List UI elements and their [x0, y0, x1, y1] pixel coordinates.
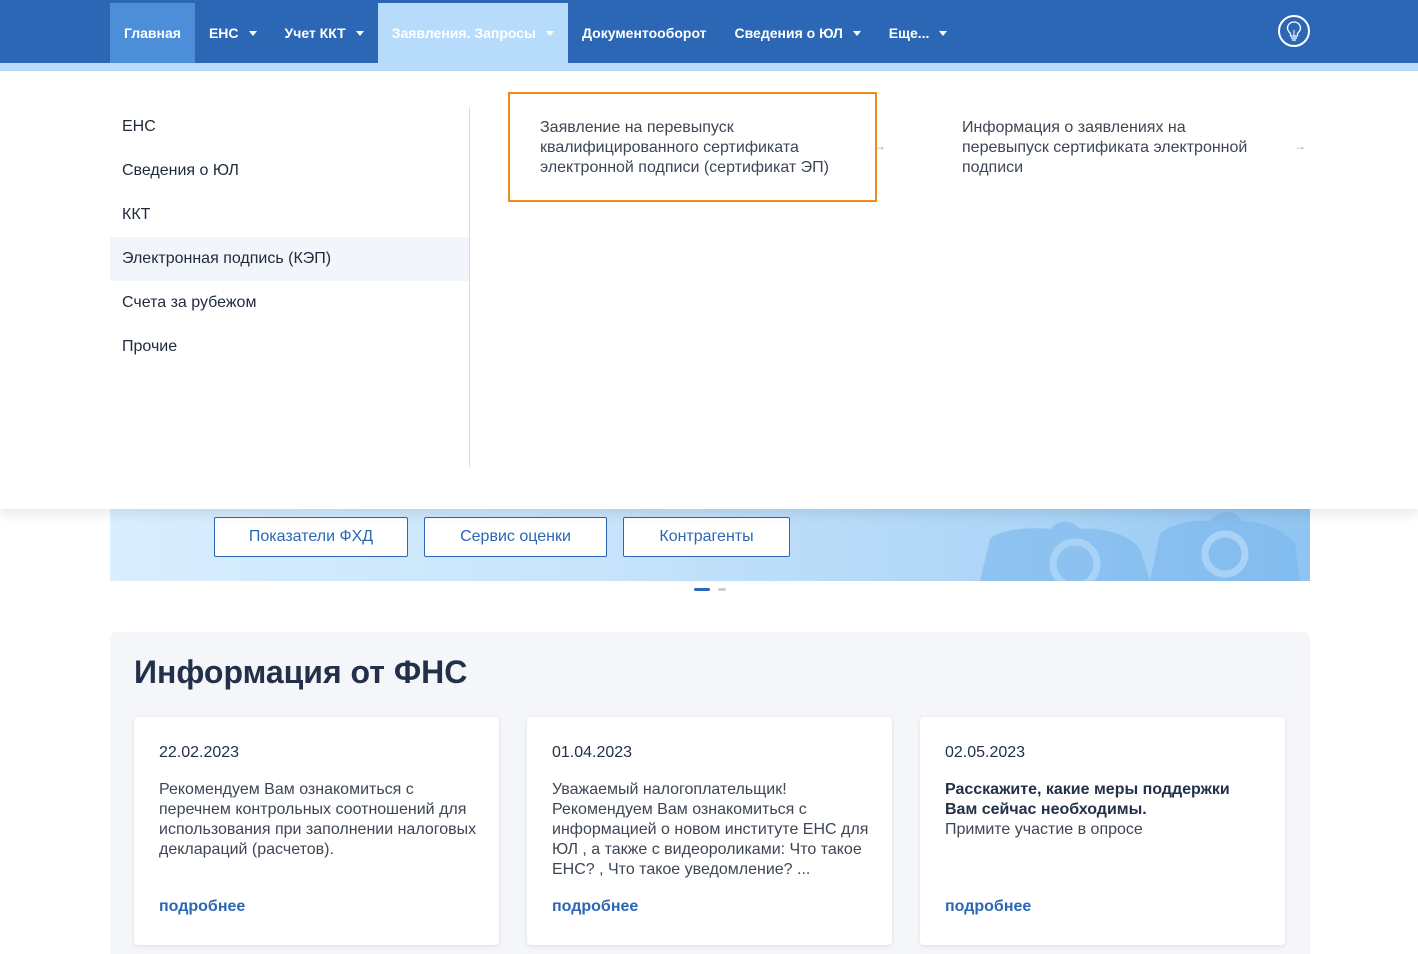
category-legal-entity[interactable]: Сведения о ЮЛ	[110, 149, 469, 193]
card-date: 01.04.2023	[552, 744, 633, 761]
banner-illustration	[980, 512, 1300, 581]
menu-divider	[469, 107, 470, 467]
requests-dropdown-menu: ЕНС Сведения о ЮЛ ККТ Электронная подпис…	[0, 71, 1418, 509]
top-navbar: Главная ЕНС Учет ККТ Заявления. Запросы …	[0, 0, 1418, 63]
category-e-signature[interactable]: Электронная подпись (КЭП)	[110, 237, 469, 281]
card-text: Рекомендуем Вам ознакомиться с перечнем …	[159, 781, 477, 858]
nav-legal-entity-label: Сведения о ЮЛ	[734, 25, 843, 41]
nav-legal-entity[interactable]: Сведения о ЮЛ	[721, 3, 875, 63]
nav-home-label: Главная	[124, 25, 181, 41]
promo-banner: Показатели ФХД Сервис оценки Контрагенты	[110, 509, 1310, 581]
fhd-indicators-button[interactable]: Показатели ФХД	[214, 517, 408, 557]
nav-home[interactable]: Главная	[110, 3, 195, 63]
nav-more-label: Еще...	[888, 25, 930, 41]
nav-ens-label: ЕНС	[208, 25, 239, 41]
navbar-underline	[0, 63, 1418, 71]
card-text: Уважаемый налогоплательщик! Рекомендуем …	[552, 781, 869, 878]
link-reissue-info[interactable]: Информация о заявлениях на перевыпуск се…	[962, 118, 1272, 178]
card-date: 02.05.2023	[945, 744, 1026, 761]
news-card: 22.02.2023 Рекомендуем Вам ознакомиться …	[134, 717, 499, 945]
nav-more[interactable]: Еще...	[875, 3, 962, 63]
more-link[interactable]: подробнее	[159, 898, 245, 916]
main-nav: Главная ЕНС Учет ККТ Заявления. Запросы …	[110, 3, 961, 63]
nav-kkt[interactable]: Учет ККТ	[271, 3, 378, 63]
news-card: 01.04.2023 Уважаемый налогоплательщик! Р…	[527, 717, 892, 945]
category-foreign-accounts[interactable]: Счета за рубежом	[110, 281, 469, 325]
arrow-right-icon: →	[874, 139, 886, 153]
caret-down-icon	[546, 30, 555, 36]
carousel-dots	[694, 588, 726, 591]
more-link[interactable]: подробнее	[945, 898, 1031, 916]
category-ens[interactable]: ЕНС	[110, 105, 469, 149]
more-link[interactable]: подробнее	[552, 898, 638, 916]
fns-info-section: Информация от ФНС 22.02.2023 Рекомендуем…	[110, 632, 1310, 954]
counterparties-button[interactable]: Контрагенты	[623, 517, 790, 557]
carousel-dot[interactable]	[718, 588, 726, 591]
nav-requests[interactable]: Заявления. Запросы	[377, 3, 569, 63]
nav-docflow-label: Документооборот	[582, 25, 707, 41]
lightbulb-icon[interactable]	[1278, 15, 1310, 47]
nav-docflow[interactable]: Документооборот	[568, 3, 721, 63]
arrow-right-icon: →	[1294, 139, 1306, 153]
caret-down-icon	[852, 30, 861, 36]
nav-ens[interactable]: ЕНС	[195, 3, 271, 63]
nav-requests-label: Заявления. Запросы	[391, 25, 537, 41]
caret-down-icon	[939, 30, 948, 36]
category-list: ЕНС Сведения о ЮЛ ККТ Электронная подпис…	[110, 105, 469, 369]
category-kkt[interactable]: ККТ	[110, 193, 469, 237]
card-subtext: Примите участие в опросе	[945, 821, 1143, 838]
nav-kkt-label: Учет ККТ	[284, 25, 346, 41]
section-title: Информация от ФНС	[134, 654, 468, 690]
rating-service-button[interactable]: Сервис оценки	[424, 517, 607, 557]
card-bold-text: Расскажите, какие меры поддержки Вам сей…	[945, 781, 1230, 818]
link-reissue-certificate[interactable]: Заявление на перевыпуск квалифицированно…	[540, 118, 860, 178]
caret-down-icon	[248, 30, 257, 36]
news-card: 02.05.2023 Расскажите, какие меры поддер…	[920, 717, 1285, 945]
caret-down-icon	[355, 30, 364, 36]
card-text: Расскажите, какие меры поддержки Вам сей…	[945, 780, 1265, 840]
carousel-dot-active[interactable]	[694, 588, 710, 591]
category-other[interactable]: Прочие	[110, 325, 469, 369]
card-date: 22.02.2023	[159, 744, 240, 761]
